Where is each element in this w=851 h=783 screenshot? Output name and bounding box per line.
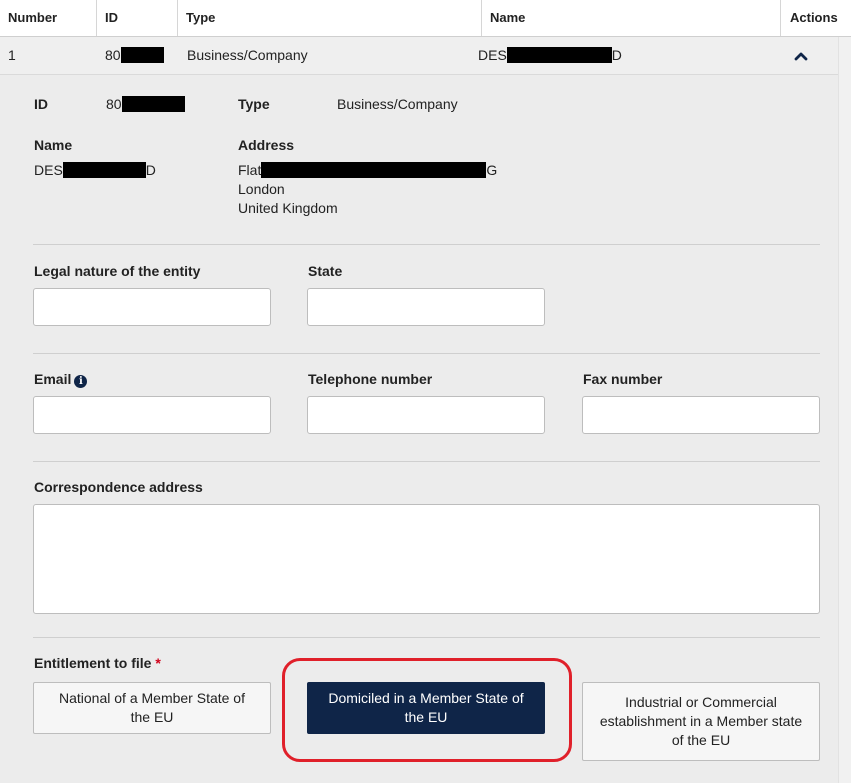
chevron-up-icon[interactable]	[791, 37, 811, 74]
entitlement-option-industrial[interactable]: Industrial or Commercial establishment i…	[582, 682, 820, 761]
divider	[33, 244, 820, 245]
entitlement-label: Entitlement to file *	[34, 655, 161, 671]
highlight-annotation	[282, 658, 572, 762]
column-header-number[interactable]: Number	[8, 0, 57, 36]
address-line-3: United Kingdom	[238, 200, 338, 216]
type-label: Type	[238, 96, 270, 112]
row-id: 80	[105, 37, 164, 74]
email-input[interactable]	[33, 396, 271, 434]
table-row[interactable]: 1 80 Business/Company DES D	[0, 37, 838, 75]
correspondence-textarea[interactable]	[33, 504, 820, 614]
email-label: Email i	[34, 371, 88, 388]
name-value: DES D	[34, 162, 156, 178]
redaction-block	[120, 47, 164, 63]
divider	[33, 461, 820, 462]
divider	[33, 637, 820, 638]
address-line-1: Flat G	[238, 162, 498, 178]
type-value: Business/Company	[337, 96, 458, 112]
column-header-name[interactable]: Name	[490, 0, 525, 36]
name-label: Name	[34, 137, 73, 153]
id-label: ID	[34, 96, 48, 112]
legal-nature-input[interactable]	[33, 288, 271, 326]
column-header-type[interactable]: Type	[186, 0, 215, 36]
fax-input[interactable]	[582, 396, 820, 434]
info-icon[interactable]: i	[74, 375, 88, 388]
entitlement-option-national[interactable]: National of a Member State of the EU	[33, 682, 271, 734]
column-divider	[780, 0, 781, 36]
telephone-label: Telephone number	[308, 371, 433, 387]
row-name: DES D	[478, 47, 622, 63]
divider	[33, 353, 820, 354]
telephone-input[interactable]	[307, 396, 545, 434]
column-header-id[interactable]: ID	[105, 0, 118, 36]
legal-nature-label: Legal nature of the entity	[34, 263, 201, 279]
vertical-scrollbar[interactable]	[838, 37, 851, 783]
state-input[interactable]	[307, 288, 545, 326]
table-header: Number ID Type Name Actions	[0, 0, 851, 37]
row-number: 1	[8, 47, 16, 63]
redaction-block	[261, 162, 487, 178]
required-marker: *	[155, 655, 161, 671]
row-type: Business/Company	[187, 47, 308, 63]
correspondence-label: Correspondence address	[34, 479, 203, 495]
redaction-block	[121, 96, 185, 112]
address-label: Address	[238, 137, 295, 153]
state-label: State	[308, 263, 343, 279]
column-divider	[177, 0, 178, 36]
column-header-actions: Actions	[790, 10, 838, 25]
column-divider	[481, 0, 482, 36]
redaction-block	[506, 47, 612, 63]
redaction-block	[62, 162, 146, 178]
detail-panel: ID 80 Type Business/Company Name DES D Ad…	[0, 75, 838, 783]
address-line-2: London	[238, 181, 285, 197]
id-value: 80	[106, 95, 185, 114]
fax-label: Fax number	[583, 371, 663, 387]
column-divider	[96, 0, 97, 36]
